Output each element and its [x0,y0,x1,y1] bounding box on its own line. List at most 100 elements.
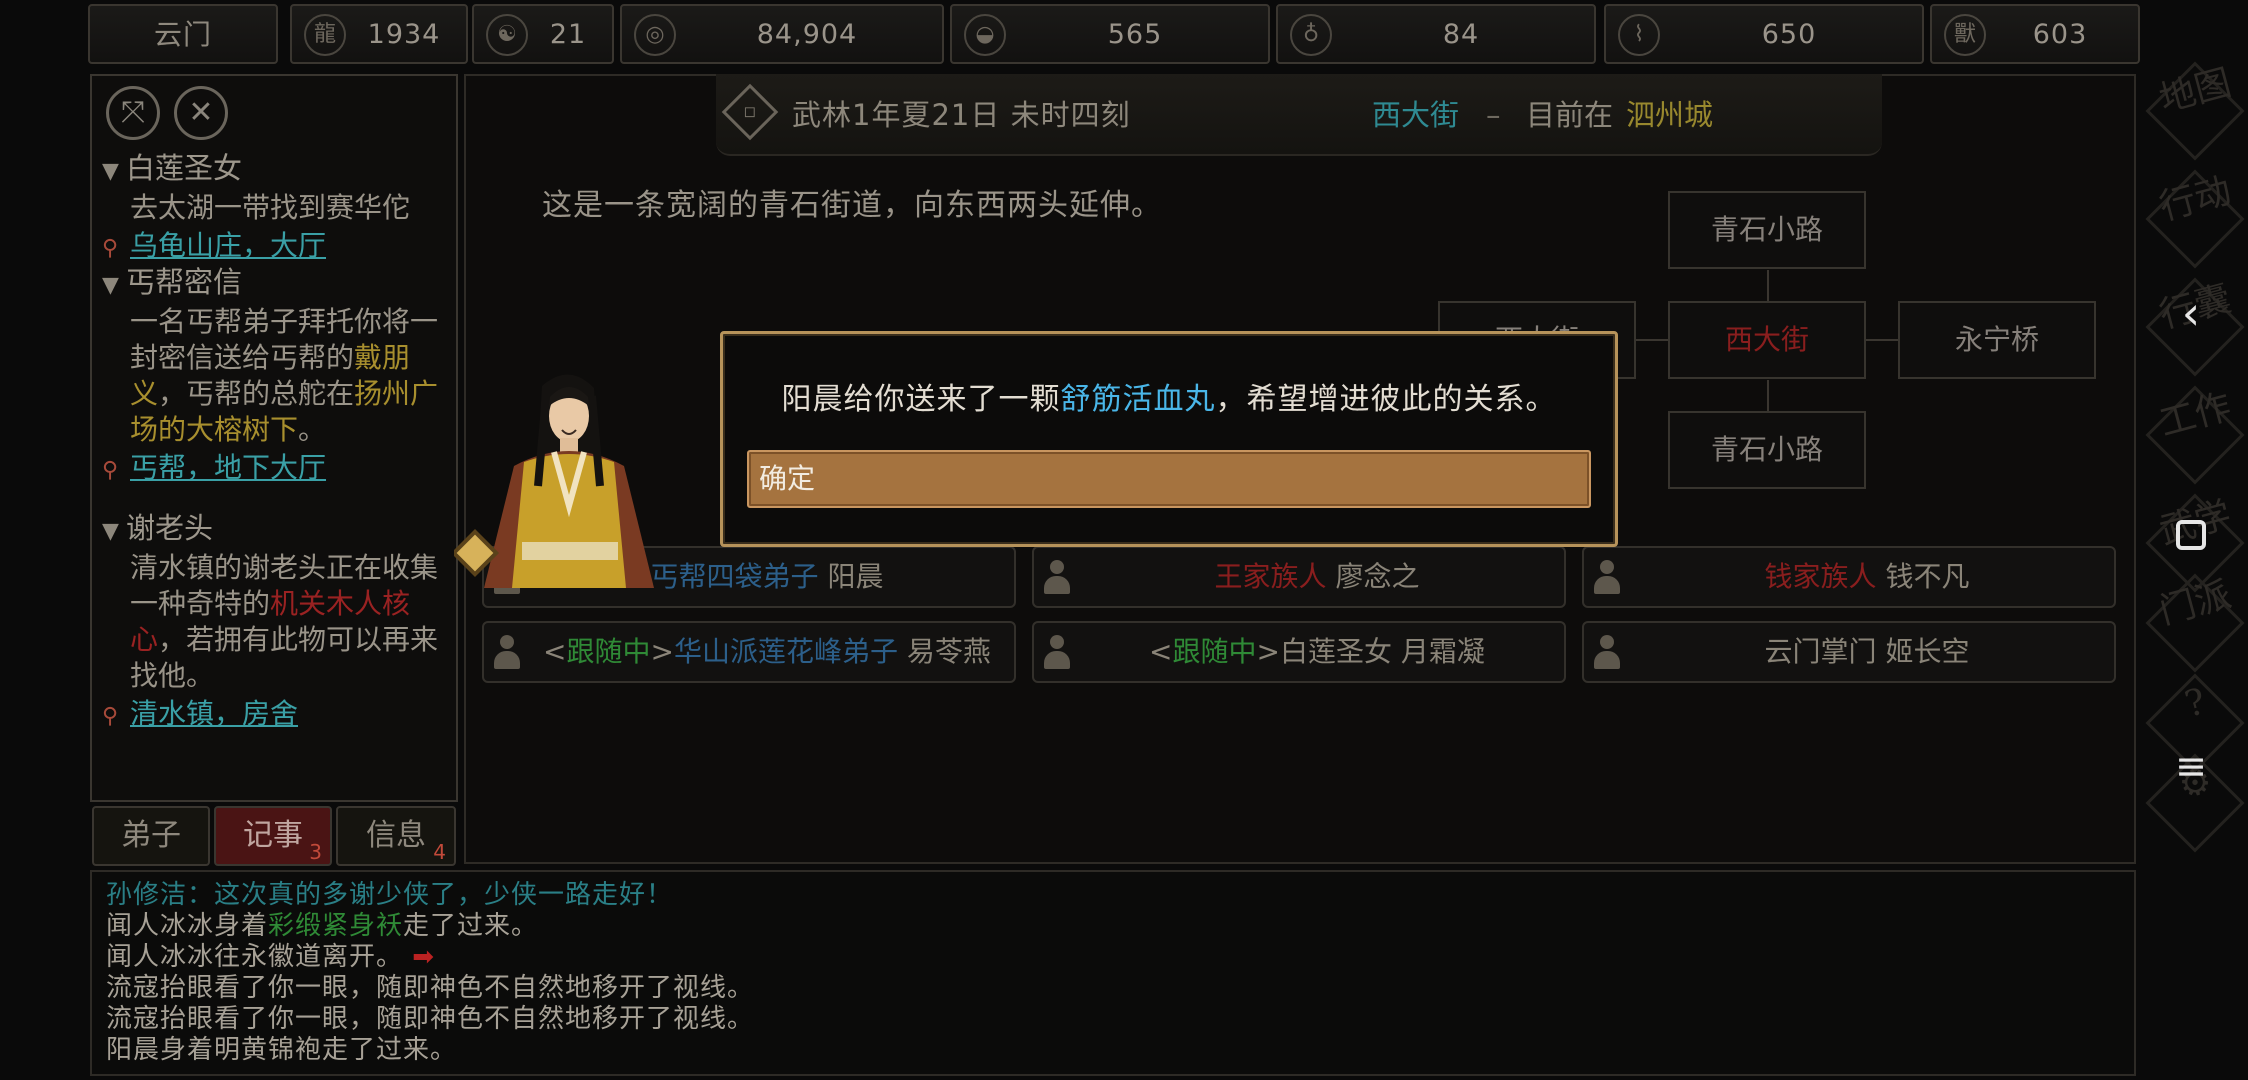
npc-label: <跟随中>白莲圣女 月霜凝 [1149,635,1485,668]
scroll-icon: ⌇ [1618,14,1660,56]
beast-icon: 獸 [1944,14,1986,56]
quest-location-link[interactable]: ⚲ 丐帮，地下大厅 [102,448,448,491]
npc-row[interactable]: 钱家族人 钱不凡 [1582,546,2116,608]
quest-location-link[interactable]: ⚲ 乌龟山庄，大厅 [102,226,448,269]
person-icon [494,635,520,669]
pin-icon: ⚲ [102,458,119,483]
pin-icon: ⚲ [102,236,119,261]
map-node-north[interactable]: 青石小路 [1668,191,1866,269]
resource-value: 84 [1442,19,1480,50]
dialog-message: 阳晨给你送来了一颗舒筋活血丸，希望增进彼此的关系。 [781,382,1557,417]
quest-desc: 去太湖一带找到赛华佗 [130,191,411,224]
close-icon[interactable]: ✕ [174,86,228,140]
person-icon [1044,635,1070,669]
person-icon [1594,560,1620,594]
map-node-east[interactable]: 永宁桥 [1898,301,2096,379]
resource-materials[interactable]: ⌇ 650 [1604,4,1924,64]
tab-disciples[interactable]: 弟子 [92,806,210,866]
menu-nav-icon[interactable]: ≡ [2166,744,2216,788]
log-line: 阳晨身着明黄锦袍走了过来。 [106,1035,458,1065]
current-street: 西大街 [1372,98,1460,132]
triangle-down-icon: ▼ [102,519,119,544]
coin-icon: ◎ [634,14,676,56]
arrow-right-icon[interactable]: ➡ [412,942,435,972]
resource-food[interactable]: ◒ 565 [950,4,1270,64]
quest-title: ▼ 谢老头 [102,510,448,550]
map-edge [1866,339,1900,341]
resource-bar: 云门 龍 1934 ☯ 21 ◎ 84,904 ◒ 565 ♁ 84 ⌇ 650… [88,4,2140,66]
quest-desc: 一名丐帮弟子拜托你将一封密信送给丐帮的戴朋义，丐帮的总舵在扬州广场的大榕树下。 [130,305,439,446]
gourd-icon: ♁ [1290,14,1332,56]
log-line: 流寇抬眼看了你一眼，随即神色不自然地移开了视线。 [106,973,755,1003]
resource-beast[interactable]: 獸 603 [1930,4,2140,64]
menu-map[interactable]: 地图 [2145,61,2245,168]
resource-value: 650 [1761,19,1817,50]
sect-name: 云门 [153,18,212,51]
expand-icon[interactable]: ⤧ [106,86,160,140]
home-nav-icon[interactable] [2166,520,2216,550]
npc-label: 王家族人 廖念之 [1214,560,1420,593]
person-icon [1594,635,1620,669]
npc-label: <跟随中>华山派莲花峰弟子 易苓燕 [543,635,991,668]
quest-location-link[interactable]: ⚲ 清水镇，房舍 [102,694,448,737]
npc-portrait [454,374,654,588]
npc-label: 云门掌门 姬长空 [1764,635,1970,668]
location-separator: – [1486,98,1501,132]
message-log[interactable]: 孙修洁：这次真的多谢少侠了，少侠一路走好！ 闻人冰冰身着彩缎紧身袄走了过来。 闻… [90,870,2136,1076]
sect-name-button[interactable]: 云门 [88,4,278,64]
person-icon [1044,560,1070,594]
gift-dialog: 阳晨给你送来了一颗舒筋活血丸，希望增进彼此的关系。 确定 [720,331,1618,547]
quest-title: ▼ 白莲圣女 [102,150,448,190]
triangle-down-icon: ▼ [102,273,119,298]
date-location-bar: ◇ 武林1年夏21日 未时四刻 西大街 – 目前在 泗州城 [716,74,1882,156]
tab-info[interactable]: 信息 4 [336,806,456,866]
quest-title: ▼ 丐帮密信 [102,264,448,304]
npc-row[interactable]: <跟随中>白莲圣女 月霜凝 [1032,621,1566,683]
resource-value: 1934 [367,19,441,50]
log-line: 流寇抬眼看了你一眼，随即神色不自然地移开了视线。 [106,1004,755,1034]
resource-value: 565 [1107,19,1163,50]
menu-work[interactable]: 工作 [2145,385,2245,492]
yinyang-icon: ☯ [486,14,528,56]
triangle-down-icon: ▼ [102,159,119,184]
resource-value: 21 [549,19,587,50]
pin-icon: ⚲ [102,704,119,729]
location-prefix: 目前在 [1526,98,1614,132]
menu-sect[interactable]: 门派 [2145,573,2245,680]
log-line: 孙修洁：这次真的多谢少侠了，少侠一路走好！ [106,880,674,910]
map-edge [1767,270,1769,304]
compass-icon: ◇ [721,83,779,141]
confirm-button[interactable]: 确定 [747,450,1591,508]
resource-morality[interactable]: ☯ 21 [472,4,614,64]
info-badge: 4 [433,840,446,864]
log-line: 闻人冰冰身着彩缎紧身袄走了过来。 [106,911,539,941]
quest-item[interactable]: ▼ 谢老头 清水镇的谢老头正在收集一种奇特的机关木人核心，若拥有此物可以再来找他。… [102,510,448,737]
dragon-icon: 龍 [304,14,346,56]
resource-reputation[interactable]: 龍 1934 [290,4,468,64]
map-node-south[interactable]: 青石小路 [1668,411,1866,489]
menu-action[interactable]: 行动 [2145,169,2245,276]
map-edge [1767,380,1769,412]
game-date: 武林1年夏21日 未时四刻 [792,98,1131,132]
current-city: 泗州城 [1626,98,1714,132]
item-name: 舒筋活血丸 [1060,382,1216,417]
resource-money[interactable]: ◎ 84,904 [620,4,944,64]
resource-value: 84,904 [756,19,858,50]
quest-item[interactable]: ▼ 丐帮密信 一名丐帮弟子拜托你将一封密信送给丐帮的戴朋义，丐帮的总舵在扬州广场的… [102,264,448,491]
back-nav-icon[interactable]: ‹ [2166,286,2216,340]
map-edge [1634,339,1670,341]
scene-description: 这是一条宽阔的青石街道，向东西两头延伸。 [542,188,1162,223]
npc-row[interactable]: <跟随中>华山派莲花峰弟子 易苓燕 [482,621,1016,683]
resource-value: 603 [2032,19,2088,50]
rice-bowl-icon: ◒ [964,14,1006,56]
tab-records[interactable]: 记事 3 [214,806,332,866]
npc-label: 钱家族人 钱不凡 [1764,560,1970,593]
npc-row[interactable]: 王家族人 廖念之 [1032,546,1566,608]
resource-medicine[interactable]: ♁ 84 [1276,4,1596,64]
quest-desc: 清水镇的谢老头正在收集一种奇特的机关木人核心，若拥有此物可以再来找他。 [130,551,439,692]
quest-item[interactable]: ▼ 白莲圣女 去太湖一带找到赛华佗 ⚲ 乌龟山庄，大厅 [102,150,448,269]
map-node-current: 西大街 [1668,301,1866,379]
quest-panel: ⤧ ✕ ▼ 白莲圣女 去太湖一带找到赛华佗 ⚲ 乌龟山庄，大厅 ▼ 丐帮密信 一名丐帮… [90,74,458,802]
npc-row[interactable]: 云门掌门 姬长空 [1582,621,2116,683]
records-badge: 3 [309,840,322,864]
